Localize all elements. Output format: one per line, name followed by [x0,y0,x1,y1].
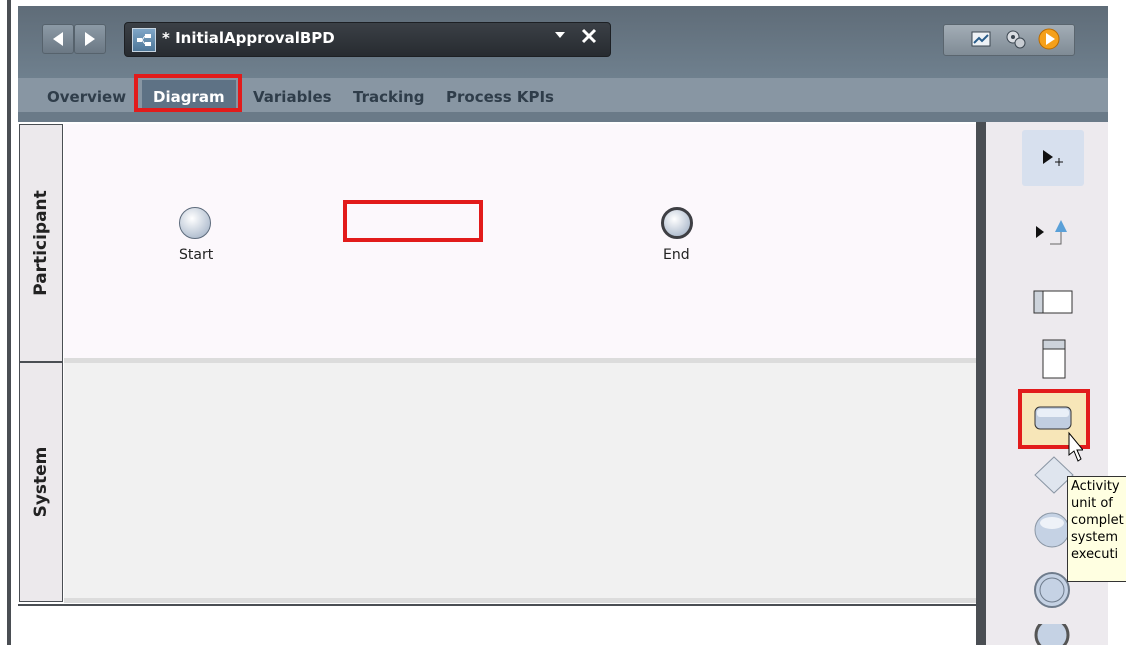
lane-header-system[interactable]: System [19,362,63,602]
settings-icon[interactable] [1005,30,1027,49]
tab-overview[interactable]: Overview [47,84,126,110]
header-strip [18,112,1108,122]
left-border [0,0,20,645]
tab-process-kpis[interactable]: Process KPIs [446,84,554,110]
bpd-icon [132,28,156,52]
end-event-icon[interactable] [1032,624,1072,645]
lane-label-participant: Participant [31,190,51,296]
forward-icon [85,32,95,46]
lane-label-system: System [31,446,51,518]
back-button[interactable] [42,24,74,54]
end-event-label: End [663,247,690,263]
end-event[interactable] [661,207,693,239]
chart-icon[interactable] [970,30,992,48]
select-tool-icon[interactable] [1038,142,1068,172]
tab-variables[interactable]: Variables [253,84,332,110]
start-event-label: Start [179,247,214,263]
forward-button[interactable] [74,24,106,54]
start-event-icon[interactable] [1032,510,1072,550]
lane-system[interactable] [64,363,976,599]
activity-drop-target[interactable] [343,200,483,242]
lane-header-participant[interactable]: Participant [19,124,63,362]
tooltip: Activity unit of complet system executi [1067,476,1126,582]
pool-bottom-border [18,604,976,606]
lane-icon[interactable] [1030,284,1076,320]
sequence-flow-icon[interactable] [1030,214,1076,248]
back-icon [53,32,63,46]
tooltip-line: executi [1071,547,1119,562]
diagram-tab-highlight [134,74,242,112]
horizontal-lane-icon[interactable] [1034,336,1074,382]
tab-tracking[interactable]: Tracking [353,84,425,110]
tooltip-line: Activity [1071,479,1120,494]
tooltip-line: system [1071,530,1118,545]
lane-participant[interactable] [64,124,976,360]
close-icon[interactable] [580,23,598,55]
lane-bottom-divider [64,598,976,603]
dropdown-icon[interactable] [554,29,566,44]
intermediate-event-icon[interactable] [1032,570,1072,610]
tooltip-line: complet [1071,513,1124,528]
palette-separator [976,122,986,645]
tooltip-line: unit of [1071,496,1113,511]
document-title: * InitialApprovalBPD [162,29,335,47]
start-event[interactable] [179,207,211,239]
run-icon[interactable] [1038,28,1060,50]
